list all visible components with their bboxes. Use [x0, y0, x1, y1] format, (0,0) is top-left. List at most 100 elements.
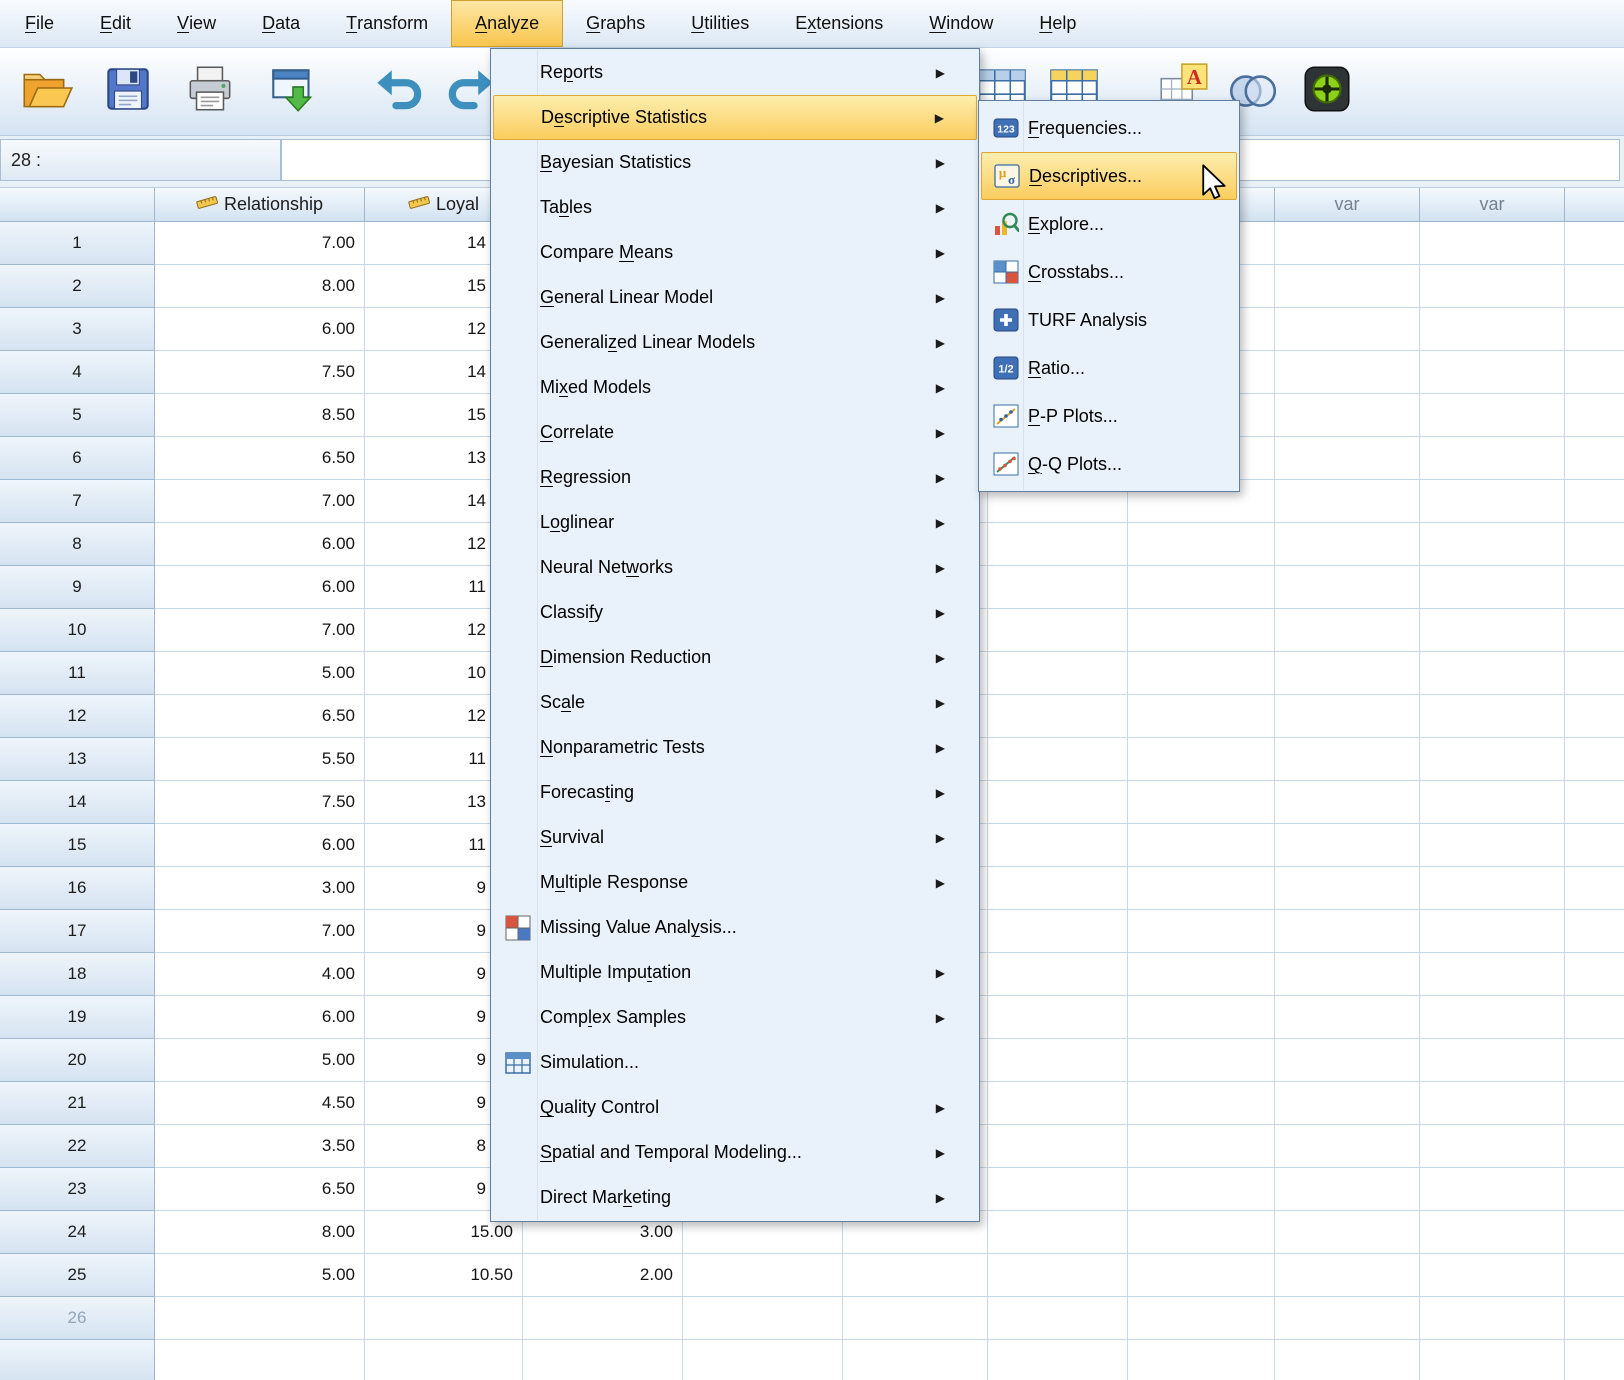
- data-cell[interactable]: [1275, 1125, 1420, 1168]
- menubar-item-help[interactable]: Help: [1016, 0, 1099, 47]
- data-cell[interactable]: [1565, 1211, 1624, 1254]
- menu-item-q-q-plots[interactable]: Q-Q Plots...: [979, 440, 1239, 488]
- data-cell[interactable]: [1128, 781, 1275, 824]
- row-number[interactable]: 9: [0, 566, 155, 609]
- data-cell[interactable]: [1565, 222, 1624, 265]
- data-cell[interactable]: [1420, 824, 1565, 867]
- data-cell[interactable]: [1565, 1297, 1624, 1340]
- data-cell[interactable]: [1420, 566, 1565, 609]
- menu-item-general-linear-model[interactable]: General Linear Model▶: [491, 275, 979, 320]
- data-cell[interactable]: [1275, 910, 1420, 953]
- data-cell[interactable]: [1420, 222, 1565, 265]
- data-cell[interactable]: [1128, 1211, 1275, 1254]
- menubar-item-edit[interactable]: Edit: [77, 0, 154, 47]
- data-cell[interactable]: [1565, 566, 1624, 609]
- data-cell[interactable]: [1128, 566, 1275, 609]
- data-cell[interactable]: [683, 1297, 843, 1340]
- data-cell[interactable]: 7.00: [155, 609, 365, 652]
- menubar-item-file[interactable]: File: [2, 0, 77, 47]
- data-cell[interactable]: [683, 1340, 843, 1380]
- data-cell[interactable]: [988, 1039, 1128, 1082]
- menu-item-descriptives[interactable]: μσDescriptives...: [981, 152, 1237, 200]
- data-cell[interactable]: 10.50: [365, 1254, 523, 1297]
- row-number[interactable]: 2: [0, 265, 155, 308]
- menubar-item-graphs[interactable]: Graphs: [563, 0, 668, 47]
- menu-item-forecasting[interactable]: Forecasting▶: [491, 770, 979, 815]
- data-cell[interactable]: [1420, 867, 1565, 910]
- data-cell[interactable]: [1128, 824, 1275, 867]
- data-cell[interactable]: [1275, 394, 1420, 437]
- data-cell[interactable]: [1420, 351, 1565, 394]
- data-cell[interactable]: [1275, 867, 1420, 910]
- data-cell[interactable]: [988, 953, 1128, 996]
- data-cell[interactable]: [1275, 1211, 1420, 1254]
- column-header-var[interactable]: var: [1420, 188, 1565, 222]
- data-cell[interactable]: [1420, 480, 1565, 523]
- data-cell[interactable]: [155, 1340, 365, 1380]
- column-header-empty[interactable]: [1565, 188, 1624, 222]
- toolbar-button-undo[interactable]: [366, 56, 430, 126]
- data-cell[interactable]: [1128, 1082, 1275, 1125]
- column-header-var[interactable]: var: [1275, 188, 1420, 222]
- data-cell[interactable]: [1565, 351, 1624, 394]
- data-cell[interactable]: [1565, 308, 1624, 351]
- data-cell[interactable]: 4.50: [155, 1082, 365, 1125]
- data-cell[interactable]: [1128, 996, 1275, 1039]
- row-number[interactable]: 19: [0, 996, 155, 1039]
- data-cell[interactable]: [988, 566, 1128, 609]
- menu-item-turf-analysis[interactable]: TURF Analysis: [979, 296, 1239, 344]
- data-cell[interactable]: 7.50: [155, 781, 365, 824]
- data-cell[interactable]: 6.50: [155, 695, 365, 738]
- toolbar-button-recall-dialogs[interactable]: [262, 56, 326, 126]
- data-cell[interactable]: 6.50: [155, 1168, 365, 1211]
- menu-item-quality-control[interactable]: Quality Control▶: [491, 1085, 979, 1130]
- data-cell[interactable]: [1275, 781, 1420, 824]
- data-cell[interactable]: [1565, 1039, 1624, 1082]
- data-cell[interactable]: [843, 1254, 988, 1297]
- data-cell[interactable]: [1128, 867, 1275, 910]
- data-cell[interactable]: [1420, 523, 1565, 566]
- data-cell[interactable]: [1275, 824, 1420, 867]
- menu-item-compare-means[interactable]: Compare Means▶: [491, 230, 979, 275]
- data-cell[interactable]: [988, 652, 1128, 695]
- data-cell[interactable]: [1275, 738, 1420, 781]
- data-cell[interactable]: [1420, 1297, 1565, 1340]
- menu-item-classify[interactable]: Classify▶: [491, 590, 979, 635]
- data-cell[interactable]: [1275, 437, 1420, 480]
- row-number[interactable]: 18: [0, 953, 155, 996]
- data-cell[interactable]: [1565, 738, 1624, 781]
- column-header-empty[interactable]: [0, 188, 155, 222]
- data-cell[interactable]: 5.00: [155, 652, 365, 695]
- data-cell[interactable]: 5.00: [155, 1254, 365, 1297]
- data-cell[interactable]: 7.00: [155, 910, 365, 953]
- menu-item-generalized-linear-models[interactable]: Generalized Linear Models▶: [491, 320, 979, 365]
- data-cell[interactable]: 2.00: [523, 1254, 683, 1297]
- data-cell[interactable]: [1565, 1082, 1624, 1125]
- menu-item-reports[interactable]: Reports▶: [491, 50, 979, 95]
- toolbar-button-show-all-variables[interactable]: [1295, 56, 1359, 126]
- menubar-item-data[interactable]: Data: [239, 0, 323, 47]
- menu-item-bayesian-statistics[interactable]: Bayesian Statistics▶: [491, 140, 979, 185]
- data-cell[interactable]: [1420, 437, 1565, 480]
- menu-item-tables[interactable]: Tables▶: [491, 185, 979, 230]
- row-number[interactable]: 24: [0, 1211, 155, 1254]
- data-cell[interactable]: [1420, 781, 1565, 824]
- data-cell[interactable]: [988, 1125, 1128, 1168]
- data-cell[interactable]: [988, 738, 1128, 781]
- row-number[interactable]: [0, 1340, 155, 1380]
- menu-item-spatial-and-temporal-modeling[interactable]: Spatial and Temporal Modeling...▶: [491, 1130, 979, 1175]
- data-cell[interactable]: [1128, 1039, 1275, 1082]
- data-cell[interactable]: [1275, 652, 1420, 695]
- column-header-relationship[interactable]: Relationship: [155, 188, 365, 222]
- menu-item-loglinear[interactable]: Loglinear▶: [491, 500, 979, 545]
- data-cell[interactable]: [1128, 1297, 1275, 1340]
- menu-item-ratio[interactable]: 1/2Ratio...: [979, 344, 1239, 392]
- data-cell[interactable]: [1565, 437, 1624, 480]
- row-number[interactable]: 5: [0, 394, 155, 437]
- data-cell[interactable]: [1128, 695, 1275, 738]
- data-cell[interactable]: [988, 1168, 1128, 1211]
- data-cell[interactable]: [988, 996, 1128, 1039]
- data-cell[interactable]: [1275, 265, 1420, 308]
- data-cell[interactable]: 6.00: [155, 308, 365, 351]
- row-number[interactable]: 20: [0, 1039, 155, 1082]
